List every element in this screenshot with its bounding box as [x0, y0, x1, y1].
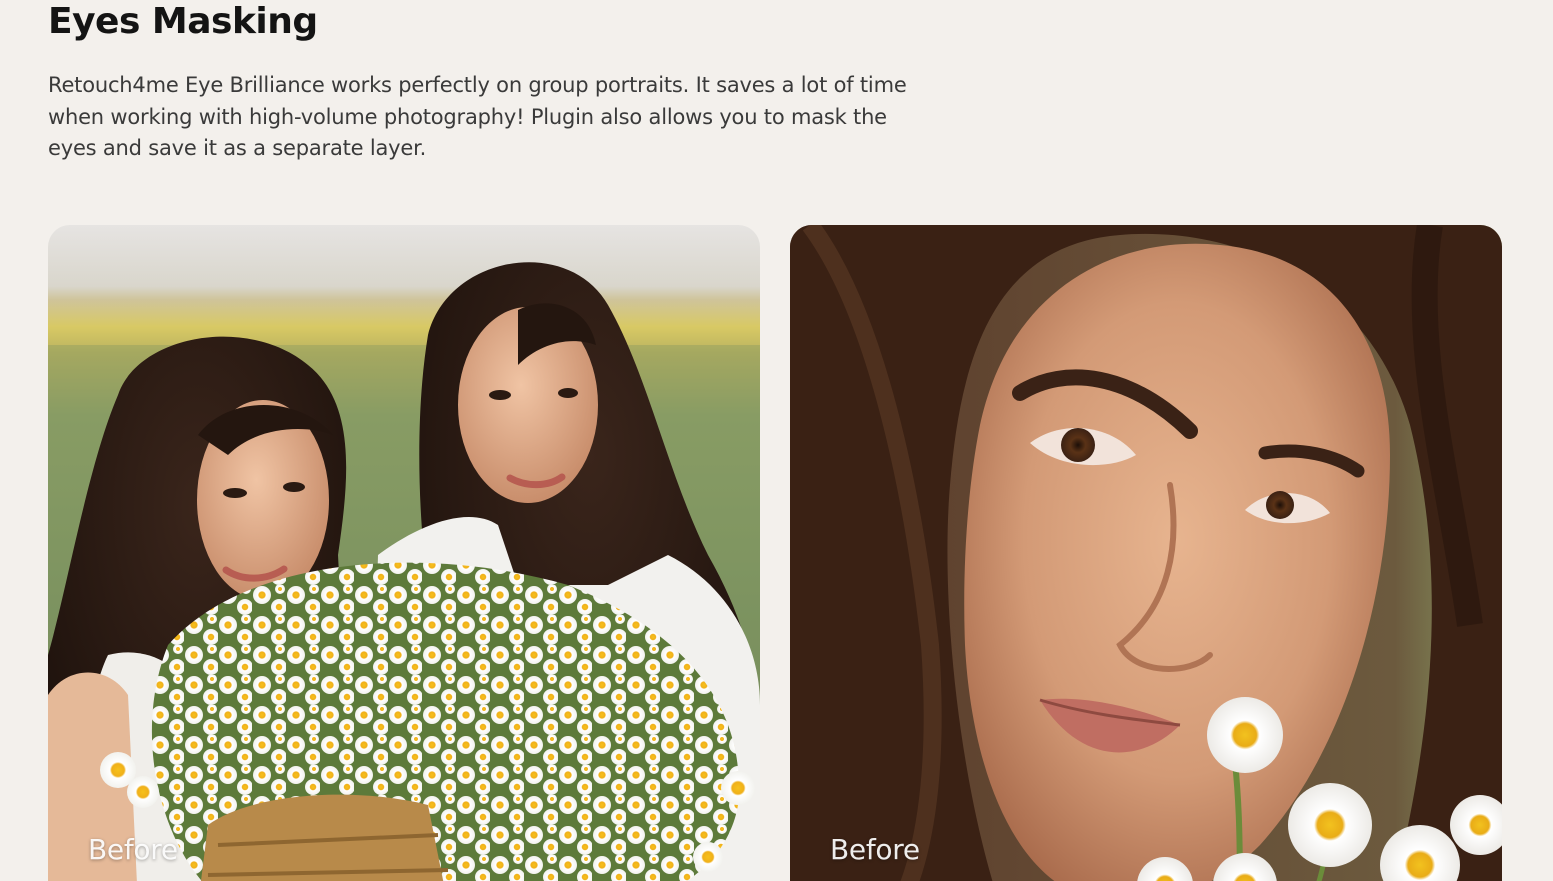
comparison-slider-group-portrait[interactable]: Before [48, 225, 760, 881]
comparison-slider-closeup-portrait[interactable]: Before [790, 225, 1502, 881]
before-label: Before [88, 833, 178, 866]
closeup-portrait-photo [790, 225, 1502, 881]
before-label: Before [830, 833, 920, 866]
section-description: Retouch4me Eye Brilliance works perfectl… [48, 73, 907, 160]
group-portrait-photo [48, 225, 760, 881]
section-title: Eyes Masking [48, 1, 318, 42]
